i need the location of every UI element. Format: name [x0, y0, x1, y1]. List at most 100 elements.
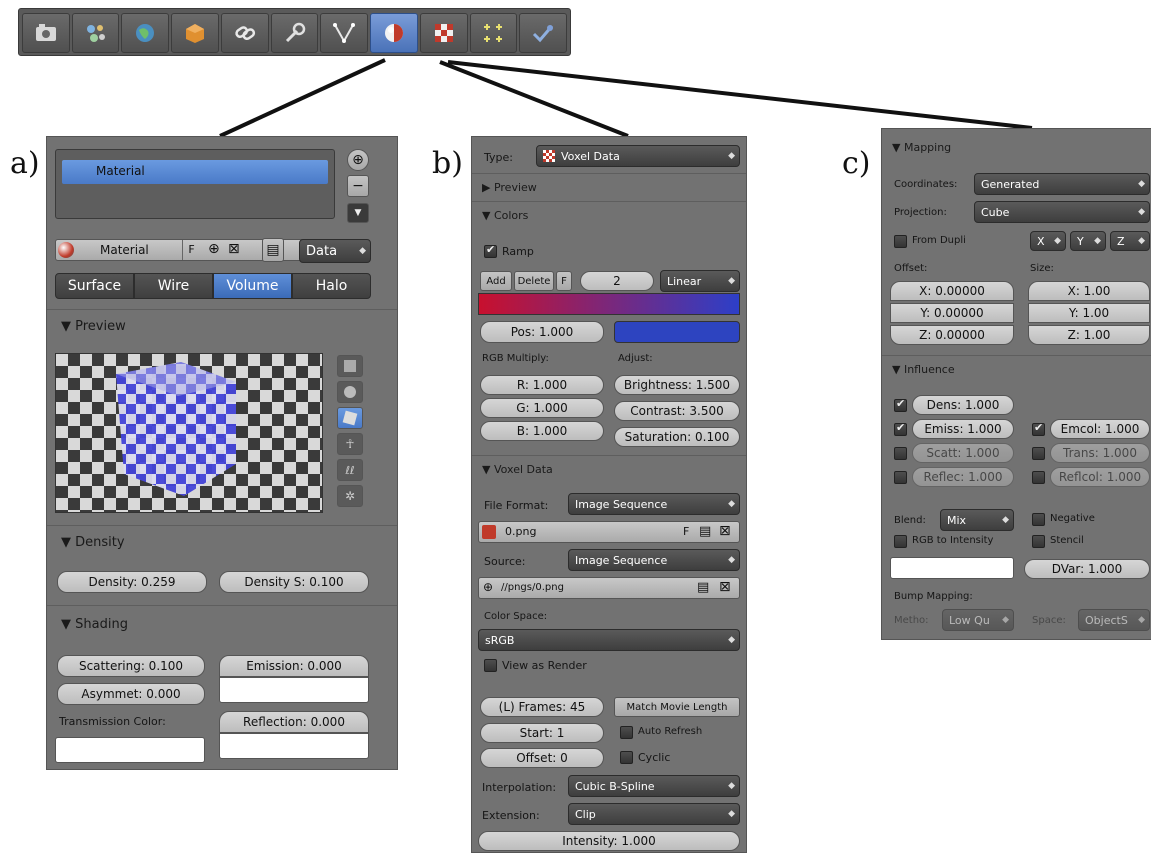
- reflection-influence-checkbox[interactable]: [894, 471, 907, 484]
- image-open-icon[interactable]: ▤: [699, 524, 711, 539]
- modifiers-tab-button[interactable]: [270, 13, 319, 53]
- scattering-factor-field[interactable]: Scatt: 1.000: [912, 443, 1014, 463]
- tab-surface[interactable]: Surface: [55, 273, 134, 299]
- size-y-field[interactable]: Y: 1.00: [1028, 303, 1150, 323]
- ramp-color-swatch[interactable]: [614, 321, 740, 343]
- preview-sky-icon[interactable]: ✲: [337, 485, 363, 507]
- preview-header[interactable]: ▶ Preview: [482, 181, 537, 194]
- material-slot-item[interactable]: Material: [62, 160, 328, 184]
- color-space-selector[interactable]: sRGB ◆: [478, 629, 740, 651]
- material-name-field[interactable]: Material: [100, 243, 149, 257]
- file-browser-icon[interactable]: ⊕: [483, 580, 493, 594]
- extension-selector[interactable]: Clip ◆: [568, 803, 740, 825]
- asymmetry-field[interactable]: Asymmet: 0.000: [57, 683, 205, 705]
- density-scale-field[interactable]: Density S: 0.100: [219, 571, 369, 593]
- offset-field[interactable]: Offset: 0: [480, 748, 604, 768]
- blend-color-swatch[interactable]: [890, 557, 1014, 579]
- transmission-factor-field[interactable]: Trans: 1.000: [1050, 443, 1150, 463]
- ramp-checkbox[interactable]: [484, 243, 497, 258]
- color-ramp-bar[interactable]: [478, 293, 740, 315]
- image-fake-user-toggle[interactable]: F: [683, 525, 689, 538]
- ramp-add-button[interactable]: Add: [480, 271, 512, 291]
- axis-y-selector[interactable]: Y ◆: [1070, 231, 1106, 251]
- render-tab-button[interactable]: [22, 13, 70, 53]
- ramp-flip-button[interactable]: F: [556, 271, 572, 291]
- contrast-field[interactable]: Contrast: 3.500: [614, 401, 740, 421]
- density-field[interactable]: Density: 0.259: [57, 571, 207, 593]
- unlink-material-icon[interactable]: ⊠: [228, 241, 240, 257]
- saturation-field[interactable]: Saturation: 0.100: [614, 427, 740, 447]
- size-x-field[interactable]: X: 1.00: [1028, 281, 1150, 301]
- ramp-interpolation-selector[interactable]: Linear ◆: [660, 270, 740, 292]
- size-z-field[interactable]: Z: 1.00: [1028, 325, 1150, 345]
- negative-checkbox[interactable]: [1032, 513, 1045, 526]
- image-unlink-icon[interactable]: ⊠: [719, 523, 731, 539]
- scattering-influence-checkbox[interactable]: [894, 447, 907, 460]
- tab-volume[interactable]: Volume: [213, 273, 292, 299]
- colors-header[interactable]: ▼ Colors: [482, 209, 528, 222]
- stencil-checkbox[interactable]: [1032, 535, 1045, 548]
- file-format-selector[interactable]: Image Sequence ◆: [568, 493, 740, 515]
- image-datablock-selector[interactable]: 0.png F ▤ ⊠: [478, 521, 740, 543]
- density-influence-checkbox[interactable]: [894, 397, 907, 412]
- voxel-data-header[interactable]: ▼ Voxel Data: [482, 463, 553, 476]
- preview-hair-icon[interactable]: ℓℓ: [337, 459, 363, 481]
- auto-refresh-checkbox[interactable]: [620, 726, 633, 739]
- image-name-field[interactable]: 0.png: [505, 525, 536, 538]
- emission-color-swatch[interactable]: [219, 677, 369, 703]
- view-as-render-checkbox[interactable]: [484, 659, 497, 672]
- image-source-selector[interactable]: Image Sequence ◆: [568, 549, 740, 571]
- tab-halo[interactable]: Halo: [292, 273, 371, 299]
- density-factor-field[interactable]: Dens: 1.000: [912, 395, 1014, 415]
- mapping-header[interactable]: ▼ Mapping: [892, 141, 951, 154]
- reflection-color-influence-checkbox[interactable]: [1032, 471, 1045, 484]
- preview-monkey-icon[interactable]: ☥: [337, 433, 363, 455]
- transmission-color-swatch[interactable]: [55, 737, 205, 763]
- mesh-data-tab-button[interactable]: [320, 13, 369, 53]
- texture-type-selector[interactable]: Voxel Data ◆: [536, 145, 740, 167]
- intensity-field[interactable]: Intensity: 1.000: [478, 831, 740, 851]
- axis-z-selector[interactable]: Z ◆: [1110, 231, 1150, 251]
- reflection-factor-field[interactable]: Reflec: 1.000: [912, 467, 1014, 487]
- r-multiply-field[interactable]: R: 1.000: [480, 375, 604, 395]
- emission-influence-checkbox[interactable]: [894, 421, 907, 436]
- open-folder-icon[interactable]: ▤: [697, 580, 709, 595]
- frames-field[interactable]: (L) Frames: 45: [480, 697, 604, 717]
- rgb-to-intensity-checkbox[interactable]: [894, 535, 907, 548]
- particles-tab-button[interactable]: [469, 13, 518, 53]
- render-layers-tab-button[interactable]: [71, 13, 120, 53]
- preview-flat-icon[interactable]: [337, 355, 363, 377]
- g-multiply-field[interactable]: G: 1.000: [480, 398, 604, 418]
- coordinates-selector[interactable]: Generated ◆: [974, 173, 1150, 195]
- start-frame-field[interactable]: Start: 1: [480, 723, 604, 743]
- reflection-color-factor-field[interactable]: Reflcol: 1.000: [1050, 467, 1150, 487]
- texture-tab-button[interactable]: [419, 13, 468, 53]
- fake-user-toggle[interactable]: F: [182, 240, 200, 260]
- world-tab-button[interactable]: [121, 13, 170, 53]
- constraints-tab-button[interactable]: [220, 13, 269, 53]
- reflection-color-swatch[interactable]: [219, 733, 369, 759]
- b-multiply-field[interactable]: B: 1.000: [480, 421, 604, 441]
- bump-method-selector[interactable]: Low Qu ◆: [942, 609, 1014, 631]
- offset-y-field[interactable]: Y: 0.00000: [890, 303, 1014, 323]
- tab-wire[interactable]: Wire: [134, 273, 213, 299]
- link-data-selector[interactable]: Data ◆: [299, 239, 371, 263]
- ramp-position-field[interactable]: Pos: 1.000: [480, 321, 604, 343]
- bump-space-selector[interactable]: ObjectS ◆: [1078, 609, 1150, 631]
- ramp-delete-button[interactable]: Delete: [514, 271, 554, 291]
- projection-selector[interactable]: Cube ◆: [974, 201, 1150, 223]
- blend-mode-selector[interactable]: Mix ◆: [940, 509, 1014, 531]
- scattering-field[interactable]: Scattering: 0.100: [57, 655, 205, 677]
- transmission-influence-checkbox[interactable]: [1032, 447, 1045, 460]
- match-movie-length-button[interactable]: Match Movie Length: [614, 697, 740, 717]
- ramp-active-element-field[interactable]: 2: [580, 271, 654, 291]
- image-browse-icon[interactable]: [482, 525, 496, 539]
- preview-cube-icon[interactable]: [337, 407, 363, 429]
- material-browse-icon[interactable]: [58, 242, 74, 258]
- preview-header[interactable]: ▼ Preview: [61, 319, 126, 334]
- physics-tab-button[interactable]: [519, 13, 568, 53]
- add-slot-button[interactable]: ⊕: [347, 149, 369, 171]
- browse-pin-icon[interactable]: ▤: [262, 238, 284, 262]
- density-header[interactable]: ▼ Density: [61, 535, 125, 550]
- preview-sphere-icon[interactable]: [337, 381, 363, 403]
